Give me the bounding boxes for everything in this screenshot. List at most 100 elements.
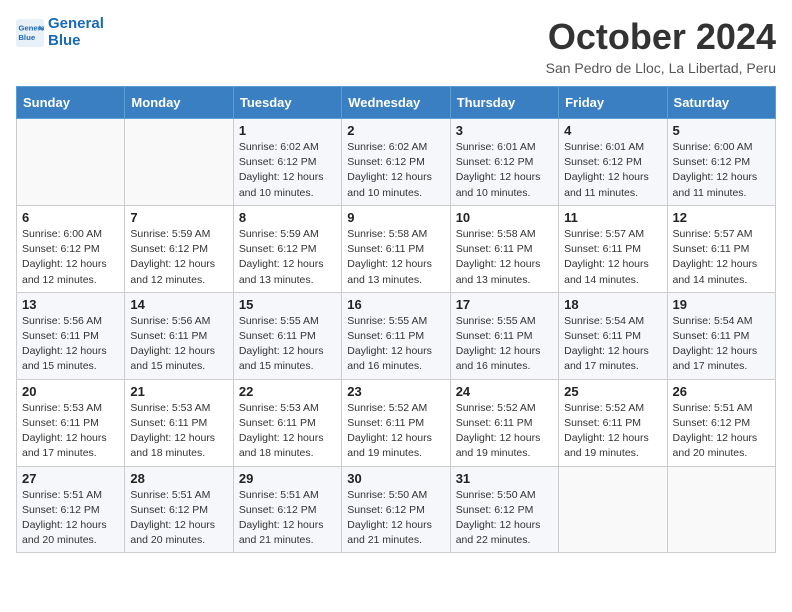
calendar-cell: 2Sunrise: 6:02 AM Sunset: 6:12 PM Daylig… (342, 119, 450, 206)
calendar-cell: 25 Sunrise: 5:52 AM Sunset: 6:11 PM Dayli… (559, 379, 667, 466)
calendar-cell: 8Sunrise: 5:59 AM Sunset: 6:12 PM Daylig… (233, 205, 341, 292)
weekday-header-friday: Friday (559, 87, 667, 119)
day-info: Sunrise: 5:52 AM Sunset: 6:11 PM Dayligh… (564, 401, 661, 462)
day-info: Sunrise: 5:50 AM Sunset: 6:12 PM Dayligh… (456, 488, 553, 549)
day-number: 20 (22, 384, 119, 399)
calendar-cell: 15Sunrise: 5:55 AM Sunset: 6:11 PM Dayli… (233, 292, 341, 379)
day-info: Sunrise: 5:53 AM Sunset: 6:11 PM Dayligh… (22, 401, 119, 462)
svg-text:Blue: Blue (18, 33, 36, 42)
day-info: Sunrise: 5:54 AM Sunset: 6:11 PM Dayligh… (673, 314, 770, 375)
calendar-cell: 7 Sunrise: 5:59 AM Sunset: 6:12 PM Daylig… (125, 205, 233, 292)
weekday-header-thursday: Thursday (450, 87, 558, 119)
day-number: 3 (456, 123, 553, 138)
calendar-cell: 10 Sunrise: 5:58 AM Sunset: 6:11 PM Dayli… (450, 205, 558, 292)
logo-icon: General Blue (16, 19, 44, 47)
day-number: 23 (347, 384, 444, 399)
calendar-cell: 20 Sunrise: 5:53 AM Sunset: 6:11 PM Dayli… (17, 379, 125, 466)
day-info: Sunrise: 5:55 AM Sunset: 6:11 PM Dayligh… (347, 314, 444, 375)
calendar-cell: 21 Sunrise: 5:53 AM Sunset: 6:11 PM Dayli… (125, 379, 233, 466)
day-info: Sunrise: 6:00 AM Sunset: 6:12 PM Dayligh… (673, 140, 770, 201)
calendar-cell: 31 Sunrise: 5:50 AM Sunset: 6:12 PM Dayli… (450, 466, 558, 553)
calendar-body: 1 Sunrise: 6:02 AM Sunset: 6:12 PM Daylig… (17, 119, 776, 553)
day-info: Sunrise: 5:53 AM Sunset: 6:11 PM Dayligh… (130, 401, 227, 462)
calendar-table: SundayMondayTuesdayWednesdayThursdayFrid… (16, 86, 776, 553)
calendar-cell: 23 Sunrise: 5:52 AM Sunset: 6:11 PM Dayli… (342, 379, 450, 466)
day-info: Sunrise: 5:58 AM Sunset: 6:11 PM Dayligh… (347, 227, 444, 288)
weekday-header-monday: Monday (125, 87, 233, 119)
day-info: Sunrise: 5:52 AM Sunset: 6:11 PM Dayligh… (347, 401, 444, 462)
day-number: 12 (673, 210, 770, 225)
calendar-week-row: 6 Sunrise: 6:00 AM Sunset: 6:12 PM Daylig… (17, 205, 776, 292)
day-number: 10 (456, 210, 553, 225)
calendar-cell: 1 Sunrise: 6:02 AM Sunset: 6:12 PM Daylig… (233, 119, 341, 206)
day-info: Sunrise: 5:59 AM Sunset: 6:12 PM Dayligh… (130, 227, 227, 288)
calendar-cell (667, 466, 775, 553)
day-number: 7 (130, 210, 227, 225)
day-number: 2 (347, 123, 444, 138)
day-number: 27 (22, 471, 119, 486)
day-info: Sunrise: 5:57 AM Sunset: 6:11 PM Dayligh… (673, 227, 770, 288)
day-number: 25 (564, 384, 661, 399)
day-number: 22 (239, 384, 336, 399)
calendar-cell: 29Sunrise: 5:51 AM Sunset: 6:12 PM Dayli… (233, 466, 341, 553)
logo: General Blue General Blue (16, 16, 104, 49)
page-header: General Blue General Blue October 2024 S… (16, 16, 776, 76)
day-number: 13 (22, 297, 119, 312)
day-number: 6 (22, 210, 119, 225)
calendar-cell: 9Sunrise: 5:58 AM Sunset: 6:11 PM Daylig… (342, 205, 450, 292)
location-subtitle: San Pedro de Lloc, La Libertad, Peru (546, 60, 776, 76)
day-info: Sunrise: 5:51 AM Sunset: 6:12 PM Dayligh… (130, 488, 227, 549)
calendar-week-row: 1 Sunrise: 6:02 AM Sunset: 6:12 PM Daylig… (17, 119, 776, 206)
day-number: 4 (564, 123, 661, 138)
day-number: 1 (239, 123, 336, 138)
logo-line1: General (48, 16, 104, 33)
calendar-cell: 27 Sunrise: 5:51 AM Sunset: 6:12 PM Dayli… (17, 466, 125, 553)
title-block: October 2024 San Pedro de Lloc, La Liber… (546, 16, 776, 76)
calendar-cell: 3 Sunrise: 6:01 AM Sunset: 6:12 PM Daylig… (450, 119, 558, 206)
calendar-cell: 12 Sunrise: 5:57 AM Sunset: 6:11 PM Dayli… (667, 205, 775, 292)
calendar-week-row: 27 Sunrise: 5:51 AM Sunset: 6:12 PM Dayli… (17, 466, 776, 553)
calendar-cell: 11 Sunrise: 5:57 AM Sunset: 6:11 PM Dayli… (559, 205, 667, 292)
day-info: Sunrise: 5:51 AM Sunset: 6:12 PM Dayligh… (673, 401, 770, 462)
day-info: Sunrise: 5:59 AM Sunset: 6:12 PM Dayligh… (239, 227, 336, 288)
day-info: Sunrise: 5:50 AM Sunset: 6:12 PM Dayligh… (347, 488, 444, 549)
day-info: Sunrise: 5:52 AM Sunset: 6:11 PM Dayligh… (456, 401, 553, 462)
weekday-header-sunday: Sunday (17, 87, 125, 119)
day-number: 24 (456, 384, 553, 399)
calendar-cell: 13 Sunrise: 5:56 AM Sunset: 6:11 PM Dayli… (17, 292, 125, 379)
day-number: 30 (347, 471, 444, 486)
calendar-cell: 22Sunrise: 5:53 AM Sunset: 6:11 PM Dayli… (233, 379, 341, 466)
day-number: 16 (347, 297, 444, 312)
calendar-cell: 16 Sunrise: 5:55 AM Sunset: 6:11 PM Dayli… (342, 292, 450, 379)
month-title: October 2024 (546, 16, 776, 58)
calendar-cell: 5 Sunrise: 6:00 AM Sunset: 6:12 PM Daylig… (667, 119, 775, 206)
weekday-header-tuesday: Tuesday (233, 87, 341, 119)
calendar-cell: 14 Sunrise: 5:56 AM Sunset: 6:11 PM Dayli… (125, 292, 233, 379)
calendar-cell: 6 Sunrise: 6:00 AM Sunset: 6:12 PM Daylig… (17, 205, 125, 292)
calendar-header-row: SundayMondayTuesdayWednesdayThursdayFrid… (17, 87, 776, 119)
day-info: Sunrise: 5:54 AM Sunset: 6:11 PM Dayligh… (564, 314, 661, 375)
day-info: Sunrise: 5:56 AM Sunset: 6:11 PM Dayligh… (130, 314, 227, 375)
calendar-cell: 30 Sunrise: 5:50 AM Sunset: 6:12 PM Dayli… (342, 466, 450, 553)
day-number: 21 (130, 384, 227, 399)
day-info: Sunrise: 5:57 AM Sunset: 6:11 PM Dayligh… (564, 227, 661, 288)
calendar-cell: 24 Sunrise: 5:52 AM Sunset: 6:11 PM Dayli… (450, 379, 558, 466)
calendar-cell (125, 119, 233, 206)
calendar-week-row: 13 Sunrise: 5:56 AM Sunset: 6:11 PM Dayli… (17, 292, 776, 379)
calendar-cell (559, 466, 667, 553)
day-number: 17 (456, 297, 553, 312)
day-info: Sunrise: 6:01 AM Sunset: 6:12 PM Dayligh… (456, 140, 553, 201)
day-info: Sunrise: 6:02 AM Sunset: 6:12 PM Dayligh… (239, 140, 336, 201)
day-info: Sunrise: 5:55 AM Sunset: 6:11 PM Dayligh… (239, 314, 336, 375)
weekday-header-saturday: Saturday (667, 87, 775, 119)
day-info: Sunrise: 5:51 AM Sunset: 6:12 PM Dayligh… (239, 488, 336, 549)
day-number: 31 (456, 471, 553, 486)
day-info: Sunrise: 6:00 AM Sunset: 6:12 PM Dayligh… (22, 227, 119, 288)
day-info: Sunrise: 5:58 AM Sunset: 6:11 PM Dayligh… (456, 227, 553, 288)
calendar-cell: 28Sunrise: 5:51 AM Sunset: 6:12 PM Dayli… (125, 466, 233, 553)
day-number: 5 (673, 123, 770, 138)
day-info: Sunrise: 5:56 AM Sunset: 6:11 PM Dayligh… (22, 314, 119, 375)
day-number: 14 (130, 297, 227, 312)
day-number: 11 (564, 210, 661, 225)
day-info: Sunrise: 5:51 AM Sunset: 6:12 PM Dayligh… (22, 488, 119, 549)
